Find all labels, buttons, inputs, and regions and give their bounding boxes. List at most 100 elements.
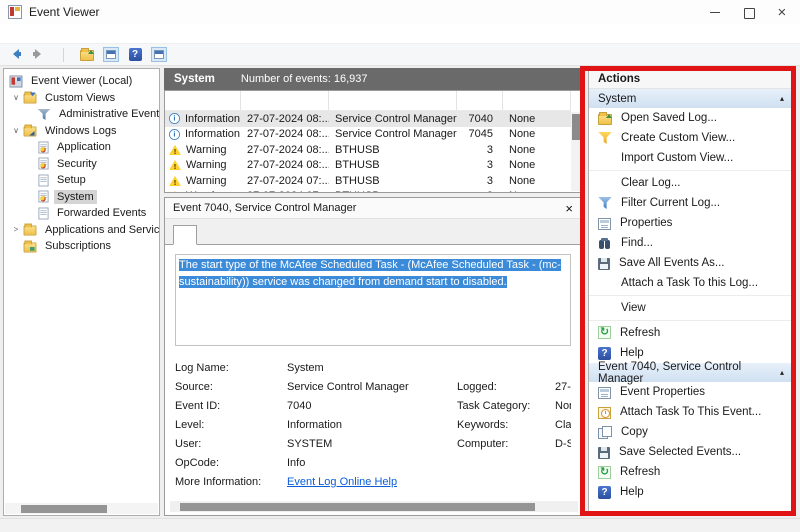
- tree-item-label: Setup: [54, 173, 89, 187]
- tree-item[interactable]: System: [4, 189, 159, 206]
- event-fields: Log Name: System Source: Service Control…: [175, 362, 571, 469]
- forward-arrow-icon: [32, 48, 46, 61]
- event-row[interactable]: Warning 27-07-2024 07:... BTHUSB 3 None: [165, 189, 571, 194]
- event-id-cell: 3: [457, 158, 503, 174]
- console-window-button[interactable]: [101, 45, 121, 64]
- action-item[interactable]: Properties: [589, 213, 793, 233]
- action-item-label: Properties: [620, 217, 672, 229]
- toolbar-separator-button[interactable]: [53, 45, 73, 64]
- date-cell: 27-07-2024 08:...: [241, 158, 329, 174]
- event-pane-horizontal-scrollbar[interactable]: [170, 501, 578, 512]
- source-cell: Service Control Manager: [329, 127, 457, 143]
- menu-item[interactable]: [52, 32, 68, 36]
- tree-item[interactable]: ∨ Custom Views: [4, 90, 159, 107]
- back-arrow-button[interactable]: [5, 45, 25, 64]
- action-item[interactable]: Clear Log...: [589, 170, 793, 193]
- tab[interactable]: [197, 225, 219, 245]
- field-label: Computer:: [457, 438, 555, 450]
- console-window-button[interactable]: [149, 45, 169, 64]
- column-header[interactable]: [457, 91, 503, 110]
- event-row[interactable]: Information 27-07-2024 08:... Service Co…: [165, 127, 571, 143]
- tree-item[interactable]: ∨ Windows Logs: [4, 123, 159, 140]
- tree-item[interactable]: Application: [4, 139, 159, 156]
- source-cell: BTHUSB: [329, 158, 457, 174]
- menu-item[interactable]: [36, 32, 52, 36]
- console-window-icon: [151, 47, 167, 62]
- close-icon[interactable]: ×: [563, 202, 575, 215]
- tree-item[interactable]: > Applications and Services Log: [4, 222, 159, 239]
- event-log-online-help-link[interactable]: Event Log Online Help: [287, 476, 397, 488]
- window-title: Event Viewer: [29, 5, 99, 19]
- action-item[interactable]: Filter Current Log...: [589, 193, 793, 213]
- action-item[interactable]: Save Selected Events...: [589, 442, 793, 462]
- tree-item[interactable]: Event Viewer (Local): [4, 73, 159, 90]
- action-item[interactable]: Attach a Task To this Log...: [589, 273, 793, 293]
- tree-item[interactable]: Forwarded Events: [4, 205, 159, 222]
- collapse-arrow-icon[interactable]: ▴: [780, 368, 784, 377]
- scrollbar-thumb[interactable]: [572, 114, 581, 140]
- minimize-button[interactable]: [698, 0, 732, 24]
- warning-icon: [169, 160, 181, 170]
- event-row[interactable]: Warning 27-07-2024 08:... BTHUSB 3 None: [165, 142, 571, 158]
- tree-item[interactable]: Security: [4, 156, 159, 173]
- center-panel: System Number of events: 16,937 Informat…: [164, 68, 584, 516]
- expander-chevron-icon[interactable]: >: [9, 225, 23, 234]
- menu-item[interactable]: [20, 32, 36, 36]
- menu-item[interactable]: [4, 32, 20, 36]
- tree-item[interactable]: Administrative Events: [4, 106, 159, 123]
- help-button[interactable]: [125, 45, 145, 64]
- action-item[interactable]: Open Saved Log...: [589, 108, 793, 128]
- event-row[interactable]: Information 27-07-2024 08:... Service Co…: [165, 111, 571, 127]
- field-label: Log Name:: [175, 362, 287, 374]
- action-item[interactable]: Save All Events As...: [589, 253, 793, 273]
- expander-chevron-icon[interactable]: ∨: [9, 93, 23, 102]
- column-header[interactable]: [165, 91, 241, 110]
- collapse-arrow-icon[interactable]: ▴: [780, 94, 784, 103]
- event-id-cell: 3: [457, 189, 503, 194]
- action-item[interactable]: Find...: [589, 233, 793, 253]
- field-value: SYSTEM: [287, 438, 457, 450]
- action-item[interactable]: Create Custom View...: [589, 128, 793, 148]
- level-cell: Information: [165, 111, 241, 127]
- tab[interactable]: [173, 225, 197, 245]
- action-item[interactable]: Attach Task To This Event...: [589, 402, 793, 422]
- column-header[interactable]: [329, 91, 457, 110]
- action-item[interactable]: Copy: [589, 422, 793, 442]
- task-category-cell: None: [503, 189, 571, 194]
- scrollbar-thumb[interactable]: [21, 505, 107, 513]
- action-item[interactable]: Help: [589, 482, 793, 502]
- action-item-label: View: [621, 302, 646, 314]
- event-description[interactable]: The start type of the McAfee Scheduled T…: [179, 259, 561, 288]
- action-item-label: Refresh: [620, 466, 660, 478]
- tree-item[interactable]: Subscriptions: [4, 238, 159, 255]
- event-row[interactable]: Warning 27-07-2024 07:... BTHUSB 3 None: [165, 173, 571, 189]
- tree-item[interactable]: Setup: [4, 172, 159, 189]
- tree-horizontal-scrollbar[interactable]: [5, 503, 158, 514]
- action-item[interactable]: View: [589, 295, 793, 318]
- column-header[interactable]: [241, 91, 329, 110]
- actions-section-header-event[interactable]: Event 7040, Service Control Manager ▴: [589, 363, 793, 382]
- action-item[interactable]: Import Custom View...: [589, 148, 793, 168]
- maximize-button[interactable]: [732, 0, 766, 24]
- action-item[interactable]: Event Properties: [589, 382, 793, 402]
- field-label: [457, 457, 555, 469]
- field-value: Info: [287, 457, 457, 469]
- actions-section-header-system[interactable]: System ▴: [589, 89, 793, 108]
- help-icon: [129, 48, 142, 61]
- forward-arrow-button[interactable]: [29, 45, 49, 64]
- attach-task-icon: [598, 407, 611, 419]
- expander-chevron-icon[interactable]: ∨: [9, 126, 23, 135]
- close-icon: [778, 7, 789, 18]
- action-item[interactable]: Refresh: [589, 462, 793, 482]
- refresh-icon: [598, 326, 611, 339]
- close-button[interactable]: [766, 0, 800, 24]
- event-description-box[interactable]: The start type of the McAfee Scheduled T…: [175, 254, 571, 346]
- date-cell: 27-07-2024 07:...: [241, 173, 329, 189]
- open-saved-log-button[interactable]: [77, 45, 97, 64]
- table-vertical-scrollbar[interactable]: [571, 112, 582, 191]
- field-value: [555, 362, 571, 374]
- action-item[interactable]: Refresh: [589, 320, 793, 343]
- column-header[interactable]: [503, 91, 571, 110]
- event-row[interactable]: Warning 27-07-2024 08:... BTHUSB 3 None: [165, 158, 571, 174]
- scrollbar-thumb[interactable]: [180, 503, 535, 511]
